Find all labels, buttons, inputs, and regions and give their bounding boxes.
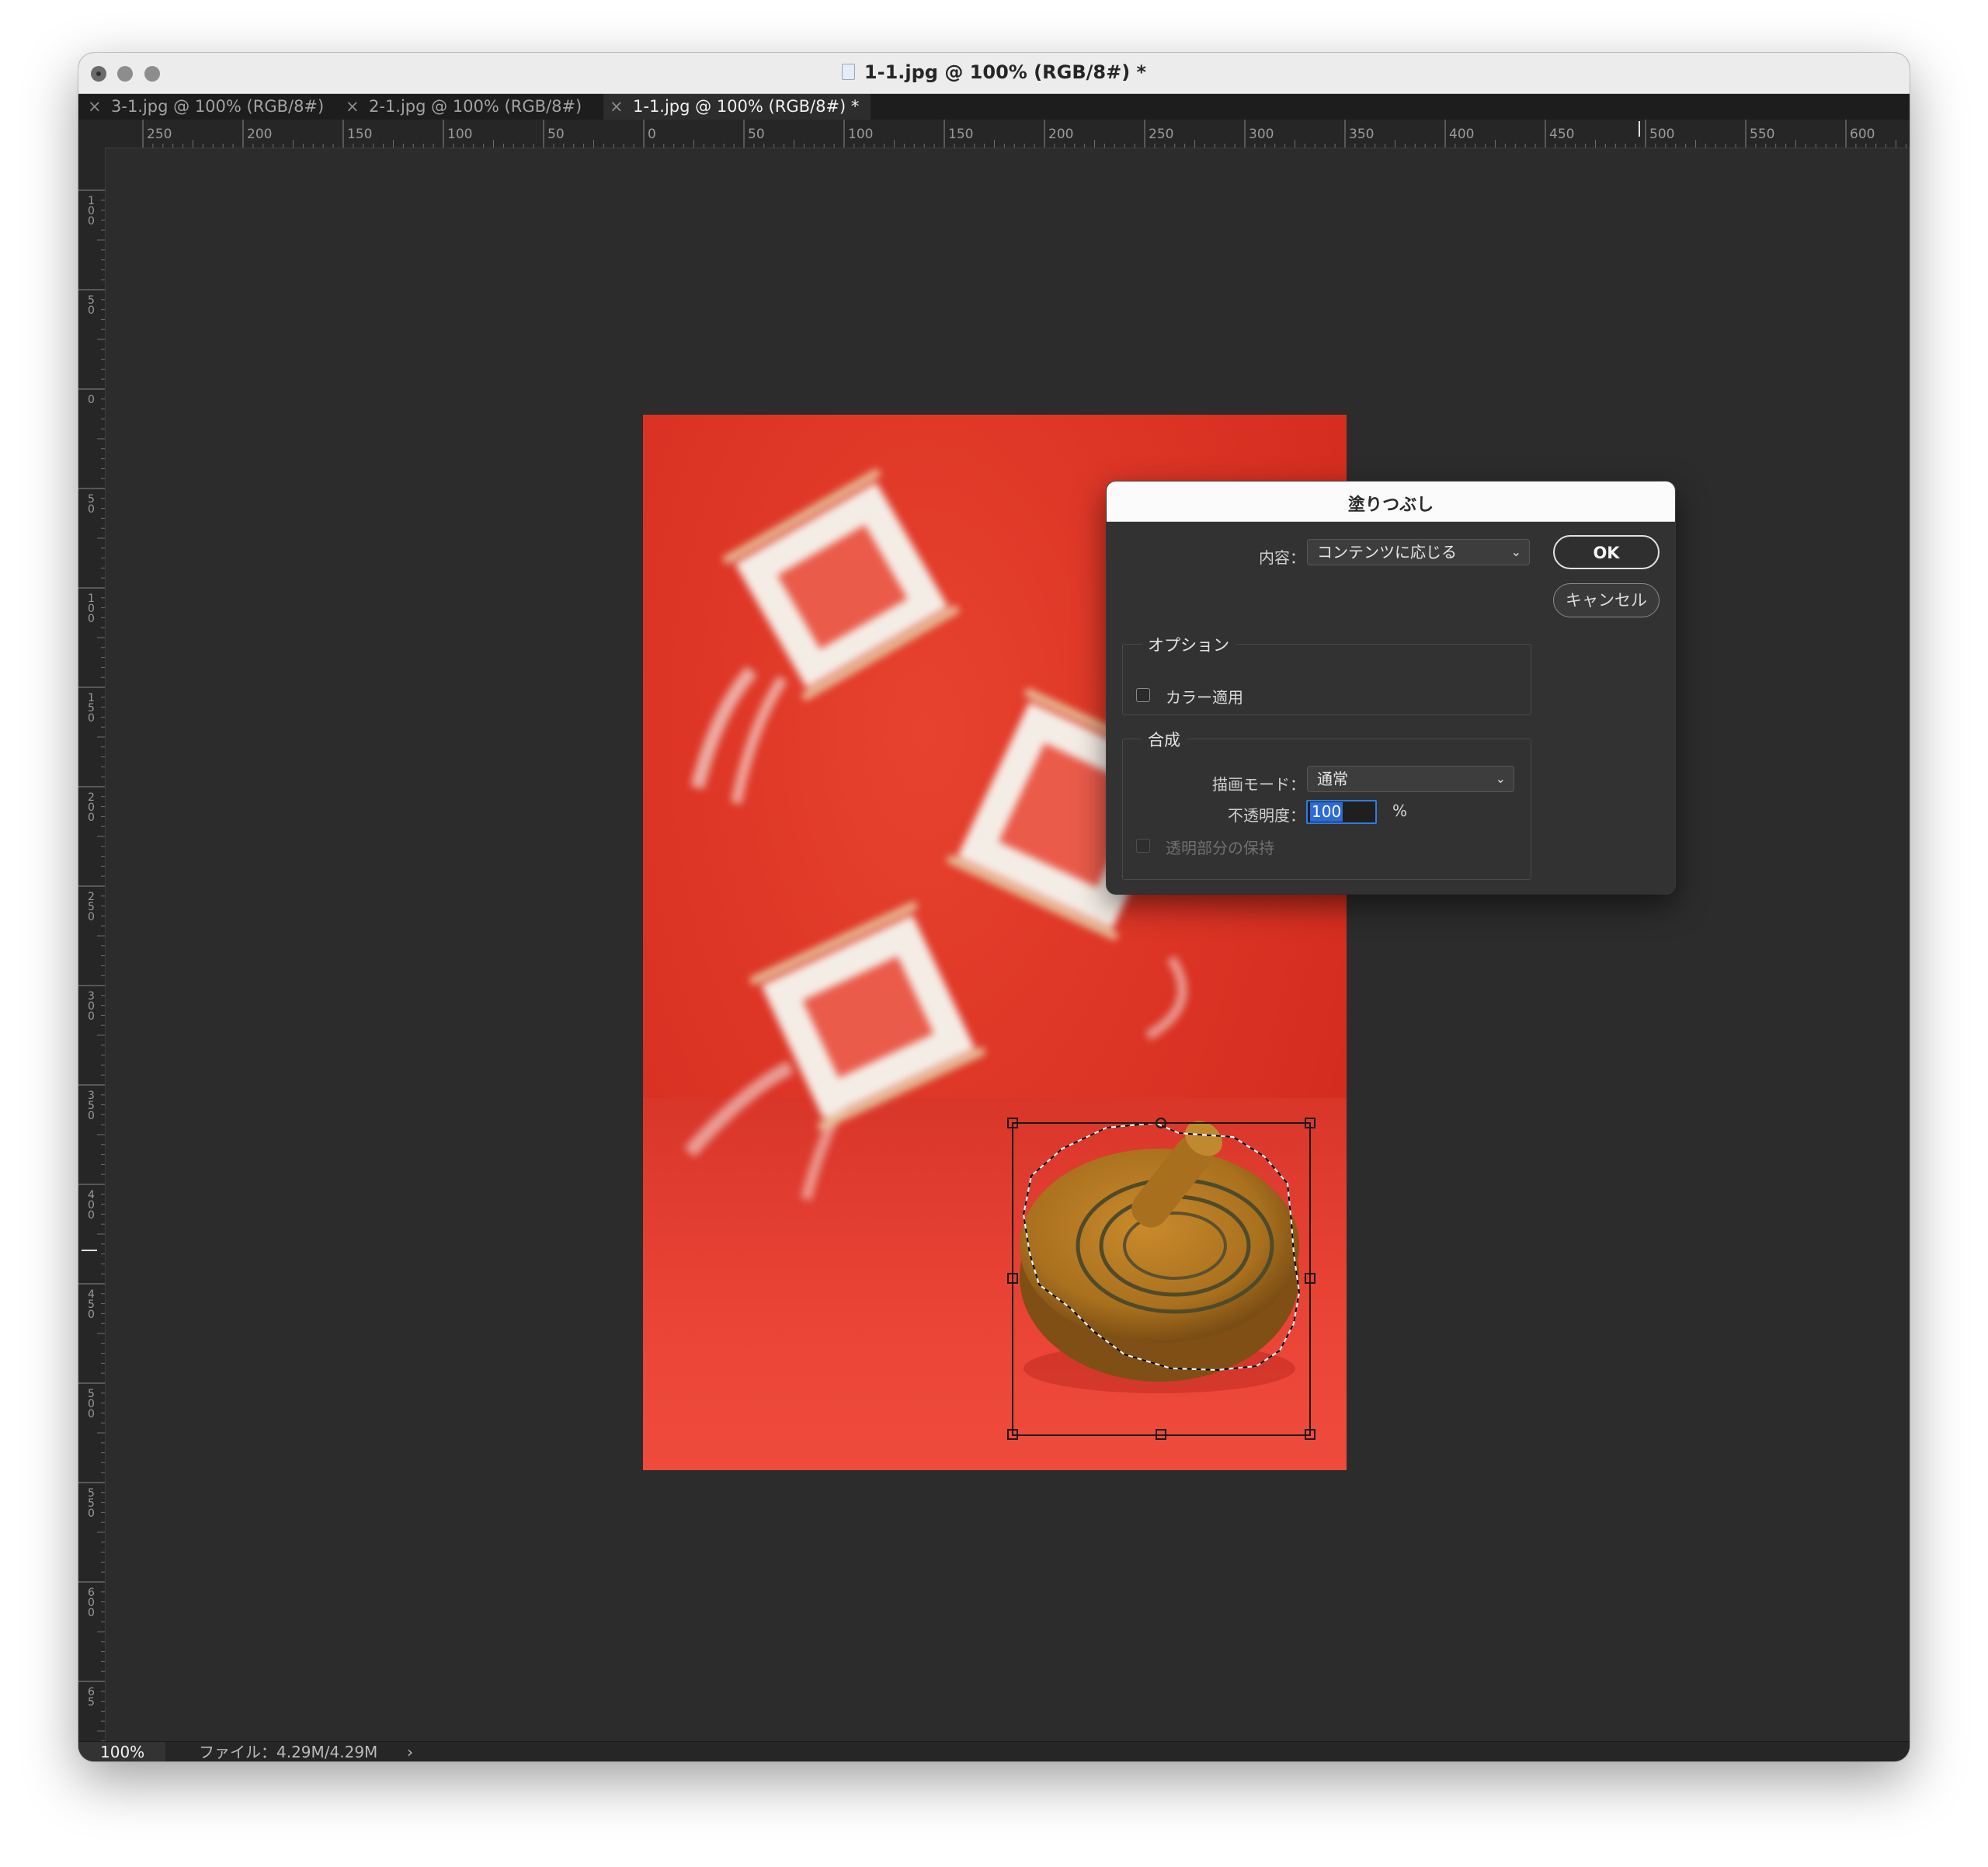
ruler-label: 100 [848,127,873,142]
tab-label: 1-1.jpg @ 100% (RGB/8#) * [633,97,860,116]
ruler-label: 550 [1750,127,1774,142]
tab-label: 3-1.jpg @ 100% (RGB/8#) [111,97,325,116]
ruler-label: 0 [88,911,95,923]
ruler-label: 0 [88,394,95,406]
document-icon [841,64,855,80]
ruler-label: 200 [247,127,272,142]
opacity-input[interactable]: 100 [1306,800,1377,824]
ruler-label: 250 [147,127,172,142]
ok-button[interactable]: OK [1553,535,1660,569]
fill-dialog: 塗りつぶし 内容： コンテンツに応じる ⌄ OK キャンセル オプション カラー… [1107,482,1675,894]
horizontal-ruler[interactable]: 250 200 150 100 50 0 50 100 150 200 250 300 350 400 45… [78,120,1910,148]
document-tab-bar: × 3-1.jpg @ 100% (RGB/8#) × 2-1.jpg @ 100%… [78,94,1910,120]
ruler-label: 300 [1249,127,1274,142]
ruler-label: 200 [1048,127,1073,142]
ruler-label: 0 [88,1309,95,1321]
content-select[interactable]: コンテンツに応じる ⌄ [1307,539,1530,565]
horizontal-ruler-ticks: 250 200 150 100 50 0 50 100 150 200 250 300 350 400 45… [142,120,1906,148]
chevron-down-icon: ⌄ [1510,544,1521,559]
ruler-label: 0 [88,304,95,317]
preserve-transparency-checkbox [1136,839,1150,853]
ruler-label: 0 [648,127,656,142]
ruler-label: 50 [748,127,765,142]
ruler-label: 0 [88,1408,95,1420]
ruler-label: 0 [88,1607,95,1619]
ruler-label: 250 [1149,127,1173,142]
color-adapt-checkbox[interactable] [1136,688,1150,702]
ruler-label: 50 [547,127,565,142]
zoom-level-field[interactable]: 100% [78,1742,165,1761]
ruler-label: 0 [88,1209,95,1222]
window-title-area: 1-1.jpg @ 100% (RGB/8#) * [78,61,1910,83]
ruler-label: 0 [88,215,95,228]
content-label: 内容： [1259,548,1305,567]
ruler-label: 5 [88,1696,95,1709]
tab-2-1[interactable]: × 2-1.jpg @ 100% (RGB/8#) [346,94,593,120]
ruler-label: 450 [1549,127,1574,142]
tab-label: 2-1.jpg @ 100% (RGB/8#) [369,97,582,116]
ruler-label: 0 [88,1507,95,1520]
dialog-title: 塗りつぶし [1347,495,1434,515]
ruler-label: 0 [88,812,95,824]
opacity-label: 不透明度： [1228,806,1305,825]
blend-mode-select[interactable]: 通常 ⌄ [1307,766,1514,792]
ruler-label: 150 [948,127,973,142]
ruler-label: 100 [447,127,472,142]
ruler-label: 0 [88,712,95,725]
dialog-title-bar[interactable]: 塗りつぶし [1107,482,1675,522]
ruler-label: 150 [347,127,372,142]
opacity-unit: % [1392,801,1408,820]
ruler-label: 400 [1449,127,1474,142]
options-group-title: オプション [1142,633,1236,656]
window-title: 1-1.jpg @ 100% (RGB/8#) * [864,61,1147,83]
blend-group-title: 合成 [1142,728,1187,751]
tab-3-1[interactable]: × 3-1.jpg @ 100% (RGB/8#) [88,94,335,120]
tab-1-1[interactable]: × 1-1.jpg @ 100% (RGB/8#) * [603,94,871,120]
photoshop-window: 1-1.jpg @ 100% (RGB/8#) * × 3-1.jpg @ 100… [78,53,1910,1761]
close-icon[interactable]: × [88,94,102,120]
ruler-label: 0 [88,503,95,516]
ruler-label: 600 [1850,127,1875,142]
ruler-label: 500 [1649,127,1674,142]
vertical-ruler-ticks: 1005005010015020025030035040045050055060… [78,189,105,1741]
ruler-label: 0 [88,613,95,625]
ruler-label: 0 [88,1010,95,1023]
status-bar: 100% ファイル：4.29M/4.29M › [78,1741,1910,1761]
status-menu-arrow[interactable]: › [407,1742,413,1761]
close-icon[interactable]: × [346,94,360,120]
vertical-ruler[interactable]: 1005005010015020025030035040045050055060… [78,148,106,1741]
preserve-transparency-label: 透明部分の保持 [1166,839,1274,857]
ruler-label: 0 [88,1110,95,1122]
close-icon[interactable]: × [610,94,624,120]
color-adapt-label[interactable]: カラー適用 [1166,685,1243,708]
blend-mode-value: 通常 [1317,770,1348,788]
chevron-down-icon: ⌄ [1495,771,1506,786]
mode-label: 描画モード： [1212,775,1305,794]
title-bar: 1-1.jpg @ 100% (RGB/8#) * [78,53,1910,94]
opacity-value: 100 [1310,802,1343,822]
file-size-info[interactable]: ファイル：4.29M/4.29M [199,1742,377,1761]
cancel-button[interactable]: キャンセル [1553,583,1660,617]
content-select-value: コンテンツに応じる [1317,543,1457,561]
ruler-label: 350 [1349,127,1374,142]
